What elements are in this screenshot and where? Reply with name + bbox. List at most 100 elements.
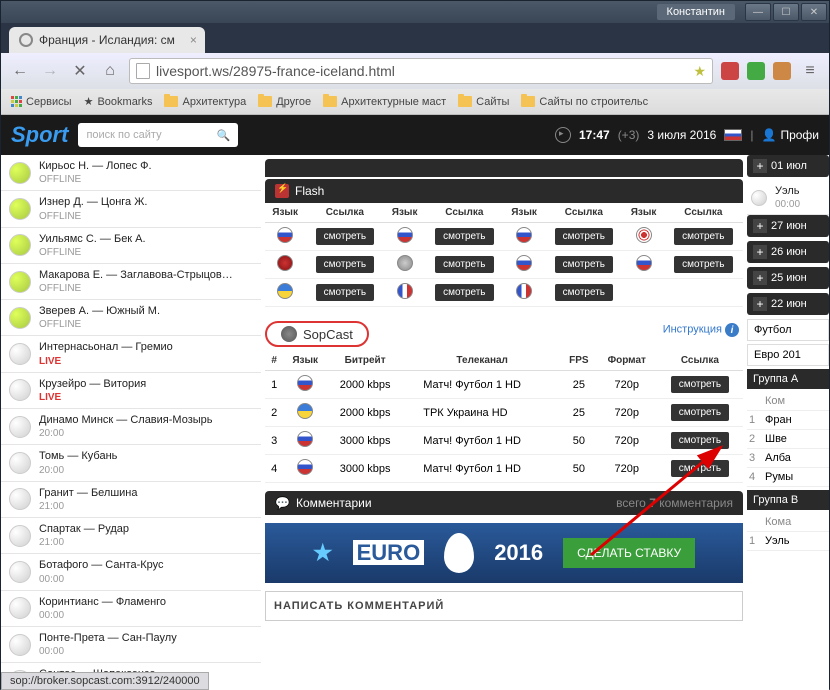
match-status: OFFLINE xyxy=(39,318,160,331)
site-logo[interactable]: Sport xyxy=(11,122,68,148)
standings-row[interactable]: 2Шве xyxy=(747,430,829,449)
watch-button[interactable]: смотреть xyxy=(555,284,613,301)
match-row[interactable]: Уильямс С. — Бек А. OFFLINE xyxy=(1,228,261,264)
watch-button[interactable]: смотреть xyxy=(435,256,493,273)
match-title: Крузейро — Витория xyxy=(39,377,146,391)
home-button[interactable]: ⌂ xyxy=(99,60,121,82)
bookmark-folder[interactable]: Сайты xyxy=(458,96,509,108)
reload-button[interactable]: ✕ xyxy=(69,60,91,82)
menu-icon[interactable]: ≡ xyxy=(799,60,821,82)
comment-form[interactable]: НАПИСАТЬ КОММЕНТАРИЙ xyxy=(265,591,743,621)
match-row[interactable]: Уэль00:00 xyxy=(747,181,829,215)
match-title: Изнер Д. — Цонга Ж. xyxy=(39,195,147,209)
folder-icon xyxy=(323,96,337,107)
soccer-ball-icon xyxy=(9,561,31,583)
match-row[interactable]: Крузейро — Витория LIVE xyxy=(1,373,261,409)
date-pill[interactable]: +22 июн xyxy=(747,293,829,315)
soccer-ball-icon xyxy=(9,416,31,438)
promo-banner[interactable]: ★ EURO 2016 СДЕЛАТЬ СТАВКУ xyxy=(265,523,743,583)
tab-title: Франция - Исландия: см xyxy=(39,33,175,47)
banner-cta-button[interactable]: СДЕЛАТЬ СТАВКУ xyxy=(563,538,695,568)
back-button[interactable]: ← xyxy=(9,60,31,82)
watch-button[interactable]: смотреть xyxy=(671,460,729,477)
search-input[interactable]: поиск по сайту 🔍 xyxy=(78,123,238,147)
standings-row[interactable]: 4Румы xyxy=(747,468,829,487)
watch-button[interactable]: смотреть xyxy=(674,228,732,245)
language-flag[interactable] xyxy=(724,129,742,141)
match-row[interactable]: Гранит — Белшина 21:00 xyxy=(1,482,261,518)
forward-button[interactable]: → xyxy=(39,60,61,82)
flash-section-header: Flash xyxy=(265,179,743,203)
watch-button[interactable]: смотреть xyxy=(555,228,613,245)
flash-row: смотреть смотреть смотреть xyxy=(265,279,743,307)
match-status: OFFLINE xyxy=(39,282,233,295)
match-row[interactable]: Коринтианс — Фламенго 00:00 xyxy=(1,591,261,627)
tab-close-icon[interactable]: × xyxy=(190,33,197,47)
match-row[interactable]: Ботафого — Санта-Крус 00:00 xyxy=(1,554,261,590)
watch-button[interactable]: смотреть xyxy=(316,228,374,245)
match-row[interactable]: Спартак — Рудар 21:00 xyxy=(1,518,261,554)
comment-icon: 💬 xyxy=(275,496,290,510)
watch-button[interactable]: смотреть xyxy=(435,284,493,301)
date-pill[interactable]: +01 июл xyxy=(747,155,829,177)
bookmark-folder[interactable]: Архитектура xyxy=(164,96,246,108)
watch-button[interactable]: смотреть xyxy=(555,256,613,273)
status-bar: sop://broker.sopcast.com:3912/240000 xyxy=(1,672,209,690)
standings-row[interactable]: 3Алба xyxy=(747,449,829,468)
date-pill[interactable]: +26 июн xyxy=(747,241,829,263)
extension-icon[interactable] xyxy=(773,62,791,80)
standings-row[interactable]: 1Уэль xyxy=(747,532,829,551)
extension-icon[interactable] xyxy=(747,62,765,80)
profile-link[interactable]: 👤 Профи xyxy=(761,128,819,142)
bookmark-folder[interactable]: Сайты по строительс xyxy=(521,96,648,108)
soccer-ball-icon xyxy=(9,452,31,474)
match-row[interactable]: Кирьос Н. — Лопес Ф. OFFLINE xyxy=(1,155,261,191)
match-status: 00:00 xyxy=(39,573,164,586)
tennis-ball-icon xyxy=(9,162,31,184)
watch-button[interactable]: смотреть xyxy=(671,376,729,393)
bookmark-item[interactable]: ★ Bookmarks xyxy=(84,95,153,108)
bookmark-folder[interactable]: Другое xyxy=(258,96,311,108)
match-title: Макарова Е. — Заглавова-Стрыцов… xyxy=(39,268,233,282)
search-icon: 🔍 xyxy=(217,129,231,142)
watch-button[interactable]: смотреть xyxy=(674,256,732,273)
watch-button[interactable]: смотреть xyxy=(316,284,374,301)
flash-row: смотреть смотреть смотреть смотреть xyxy=(265,223,743,251)
watch-button[interactable]: смотреть xyxy=(435,228,493,245)
match-row[interactable]: Макарова Е. — Заглавова-Стрыцов… OFFLINE xyxy=(1,264,261,300)
url-input[interactable]: livesport.ws/28975-france-iceland.html ★ xyxy=(129,58,713,84)
date-pill[interactable]: +25 июн xyxy=(747,267,829,289)
side-link[interactable]: Футбол xyxy=(747,319,829,341)
standings-row[interactable]: 1Фран xyxy=(747,411,829,430)
site-header: Sport поиск по сайту 🔍 17:47 (+3) 3 июля… xyxy=(1,115,829,155)
apps-button[interactable]: Сервисы xyxy=(11,96,72,108)
match-row[interactable]: Томь — Кубань 20:00 xyxy=(1,445,261,481)
match-row[interactable]: Зверев А. — Южный М. OFFLINE xyxy=(1,300,261,336)
side-link[interactable]: Евро 201 xyxy=(747,344,829,366)
close-button[interactable]: ✕ xyxy=(801,3,827,21)
watch-button[interactable]: смотреть xyxy=(316,256,374,273)
tennis-ball-icon xyxy=(9,307,31,329)
browser-tabbar: Франция - Исландия: см × xyxy=(1,23,829,53)
watch-button[interactable]: смотреть xyxy=(671,432,729,449)
match-row[interactable]: Интернасьонал — Гремио LIVE xyxy=(1,336,261,372)
extension-icon[interactable] xyxy=(721,62,739,80)
match-row[interactable]: Изнер Д. — Цонга Ж. OFFLINE xyxy=(1,191,261,227)
date-pill[interactable]: +27 июн xyxy=(747,215,829,237)
maximize-button[interactable]: ☐ xyxy=(773,3,799,21)
sopcast-row: 2 2000 kbps ТРК Украина HD 25 720p смотр… xyxy=(265,399,743,427)
match-row[interactable]: Понте-Прета — Сан-Паулу 00:00 xyxy=(1,627,261,663)
minimize-button[interactable]: — xyxy=(745,3,771,21)
instruction-link[interactable]: Инструкция i xyxy=(663,323,739,337)
lang-flag-icon xyxy=(516,255,532,271)
bookmark-star-icon[interactable]: ★ xyxy=(693,63,706,80)
match-title: Динамо Минск — Славия-Мозырь xyxy=(39,413,213,427)
match-row[interactable]: Динамо Минск — Славия-Мозырь 20:00 xyxy=(1,409,261,445)
bookmark-folder[interactable]: Архитектурные маст xyxy=(323,96,446,108)
browser-tab[interactable]: Франция - Исландия: см × xyxy=(9,27,205,53)
match-status: 00:00 xyxy=(39,645,177,658)
user-badge: Константин xyxy=(657,4,735,20)
watch-button[interactable]: смотреть xyxy=(671,404,729,421)
soccer-ball-icon xyxy=(9,634,31,656)
lang-flag-icon xyxy=(516,227,532,243)
